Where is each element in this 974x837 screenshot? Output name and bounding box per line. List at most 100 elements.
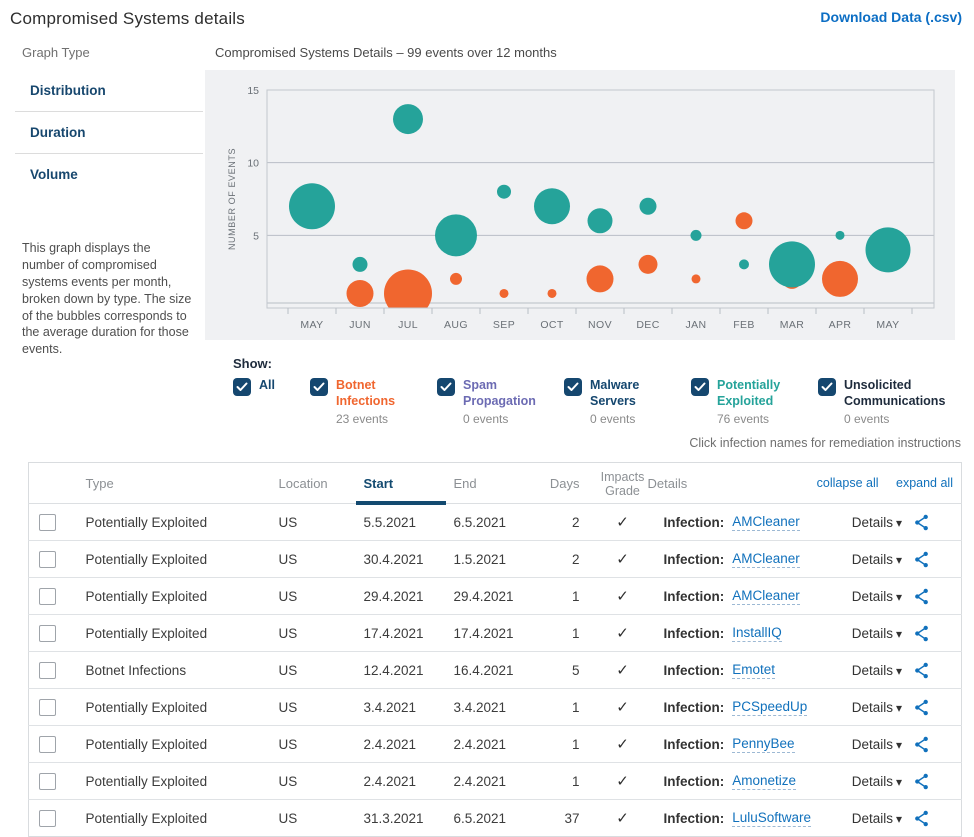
sidebar-item-volume[interactable]: Volume xyxy=(15,154,203,195)
filter-checkbox[interactable] xyxy=(310,378,328,396)
impacts-grade-check-icon: ✓ xyxy=(616,662,629,679)
row-checkbox[interactable] xyxy=(39,514,56,531)
filter-label: Potentially Exploited xyxy=(717,377,809,409)
event-days: 1 xyxy=(546,689,598,726)
share-icon[interactable] xyxy=(914,551,929,568)
row-checkbox[interactable] xyxy=(39,551,56,568)
event-location: US xyxy=(279,689,364,726)
svg-text:15: 15 xyxy=(247,85,259,97)
filter-malware-servers[interactable]: Malware Servers0 events xyxy=(564,377,691,426)
share-icon[interactable] xyxy=(914,514,929,531)
sort-indicator xyxy=(356,501,446,505)
event-end: 16.4.2021 xyxy=(454,652,546,689)
infection-link[interactable]: AMCleaner xyxy=(732,588,800,605)
table-row: Potentially ExploitedUS2.4.20212.4.20211… xyxy=(29,763,962,800)
infection-link[interactable]: AMCleaner xyxy=(732,551,800,568)
share-icon[interactable] xyxy=(914,810,929,827)
details-toggle[interactable]: Details▾ xyxy=(852,774,902,789)
event-start: 12.4.2021 xyxy=(364,652,454,689)
download-csv-link[interactable]: Download Data (.csv) xyxy=(820,9,962,25)
infection-link[interactable]: InstallIQ xyxy=(732,625,782,642)
expand-all-link[interactable]: expand all xyxy=(896,476,953,490)
table-row: Potentially ExploitedUS17.4.202117.4.202… xyxy=(29,615,962,652)
share-icon[interactable] xyxy=(914,662,929,679)
svg-text:JUL: JUL xyxy=(398,319,418,331)
impacts-grade-check-icon: ✓ xyxy=(616,588,629,605)
infection-link[interactable]: PCSpeedUp xyxy=(732,699,807,716)
event-days: 1 xyxy=(546,615,598,652)
filter-checkbox[interactable] xyxy=(564,378,582,396)
col-type[interactable]: Type xyxy=(86,463,279,504)
details-toggle[interactable]: Details▾ xyxy=(852,552,902,567)
filter-checkbox[interactable] xyxy=(691,378,709,396)
filter-checkbox[interactable] xyxy=(233,378,251,396)
filter-unsolicited-communications[interactable]: Unsolicited Communications0 events xyxy=(818,377,945,426)
details-toggle[interactable]: Details▾ xyxy=(852,626,902,641)
row-checkbox[interactable] xyxy=(39,662,56,679)
event-location: US xyxy=(279,763,364,800)
filter-spam-propagation[interactable]: Spam Propagation0 events xyxy=(437,377,564,426)
graph-type-label: Graph Type xyxy=(22,45,205,60)
row-checkbox[interactable] xyxy=(39,588,56,605)
sidebar-item-duration[interactable]: Duration xyxy=(15,112,203,154)
details-toggle[interactable]: Details▾ xyxy=(852,700,902,715)
event-location: US xyxy=(279,578,364,615)
sidebar-item-distribution[interactable]: Distribution xyxy=(15,70,203,112)
details-toggle[interactable]: Details▾ xyxy=(852,515,902,530)
table-row: Potentially ExploitedUS31.3.20216.5.2021… xyxy=(29,800,962,837)
infection-label: Infection: xyxy=(664,589,725,604)
share-icon[interactable] xyxy=(914,699,929,716)
chevron-down-icon: ▾ xyxy=(896,664,902,678)
event-type: Potentially Exploited xyxy=(86,541,279,578)
event-days: 37 xyxy=(546,800,598,837)
details-toggle[interactable]: Details▾ xyxy=(852,663,902,678)
bubble-chart-panel: 51015NUMBER OF EVENTSMAYJUNJULAUGSEPOCTN… xyxy=(205,70,955,340)
event-start: 17.4.2021 xyxy=(364,615,454,652)
details-toggle[interactable]: Details▾ xyxy=(852,811,902,826)
col-location[interactable]: Location xyxy=(279,463,364,504)
event-type: Potentially Exploited xyxy=(86,689,279,726)
col-days[interactable]: Days xyxy=(546,463,598,504)
filter-checkbox[interactable] xyxy=(818,378,836,396)
row-checkbox[interactable] xyxy=(39,736,56,753)
impacts-grade-check-icon: ✓ xyxy=(616,736,629,753)
row-checkbox[interactable] xyxy=(39,810,56,827)
collapse-all-link[interactable]: collapse all xyxy=(817,476,879,490)
share-icon[interactable] xyxy=(914,625,929,642)
share-icon[interactable] xyxy=(914,773,929,790)
row-checkbox[interactable] xyxy=(39,773,56,790)
event-end: 3.4.2021 xyxy=(454,689,546,726)
filter-label: Malware Servers xyxy=(590,377,682,409)
svg-text:APR: APR xyxy=(829,319,852,331)
share-icon[interactable] xyxy=(914,588,929,605)
filter-all[interactable]: All xyxy=(233,377,310,426)
filter-checkbox[interactable] xyxy=(437,378,455,396)
svg-text:10: 10 xyxy=(247,158,259,170)
table-row: Potentially ExploitedUS3.4.20213.4.20211… xyxy=(29,689,962,726)
filter-potentially-exploited[interactable]: Potentially Exploited76 events xyxy=(691,377,818,426)
col-end[interactable]: End xyxy=(454,463,546,504)
details-toggle[interactable]: Details▾ xyxy=(852,737,902,752)
infection-link[interactable]: AMCleaner xyxy=(732,514,800,531)
checkmark-icon xyxy=(440,382,452,392)
infection-link[interactable]: LuluSoftware xyxy=(732,810,811,827)
event-days: 5 xyxy=(546,652,598,689)
row-checkbox[interactable] xyxy=(39,625,56,642)
infection-link[interactable]: PennyBee xyxy=(732,736,794,753)
svg-text:NOV: NOV xyxy=(588,319,612,331)
infection-link[interactable]: Emotet xyxy=(732,662,775,679)
col-start-sorted[interactable]: Start xyxy=(364,463,454,504)
col-impacts-grade[interactable]: Impacts Grade xyxy=(598,463,648,504)
filter-botnet-infections[interactable]: Botnet Infections23 events xyxy=(310,377,437,426)
impacts-grade-check-icon: ✓ xyxy=(616,551,629,568)
svg-text:NUMBER OF EVENTS: NUMBER OF EVENTS xyxy=(227,148,237,250)
share-icon[interactable] xyxy=(914,736,929,753)
filter-label: Botnet Infections xyxy=(336,377,428,409)
event-start: 5.5.2021 xyxy=(364,504,454,541)
svg-text:DEC: DEC xyxy=(636,319,659,331)
event-start: 31.3.2021 xyxy=(364,800,454,837)
details-toggle[interactable]: Details▾ xyxy=(852,589,902,604)
infection-link[interactable]: Amonetize xyxy=(732,773,796,790)
row-checkbox[interactable] xyxy=(39,699,56,716)
filter-count: 0 events xyxy=(844,412,936,426)
